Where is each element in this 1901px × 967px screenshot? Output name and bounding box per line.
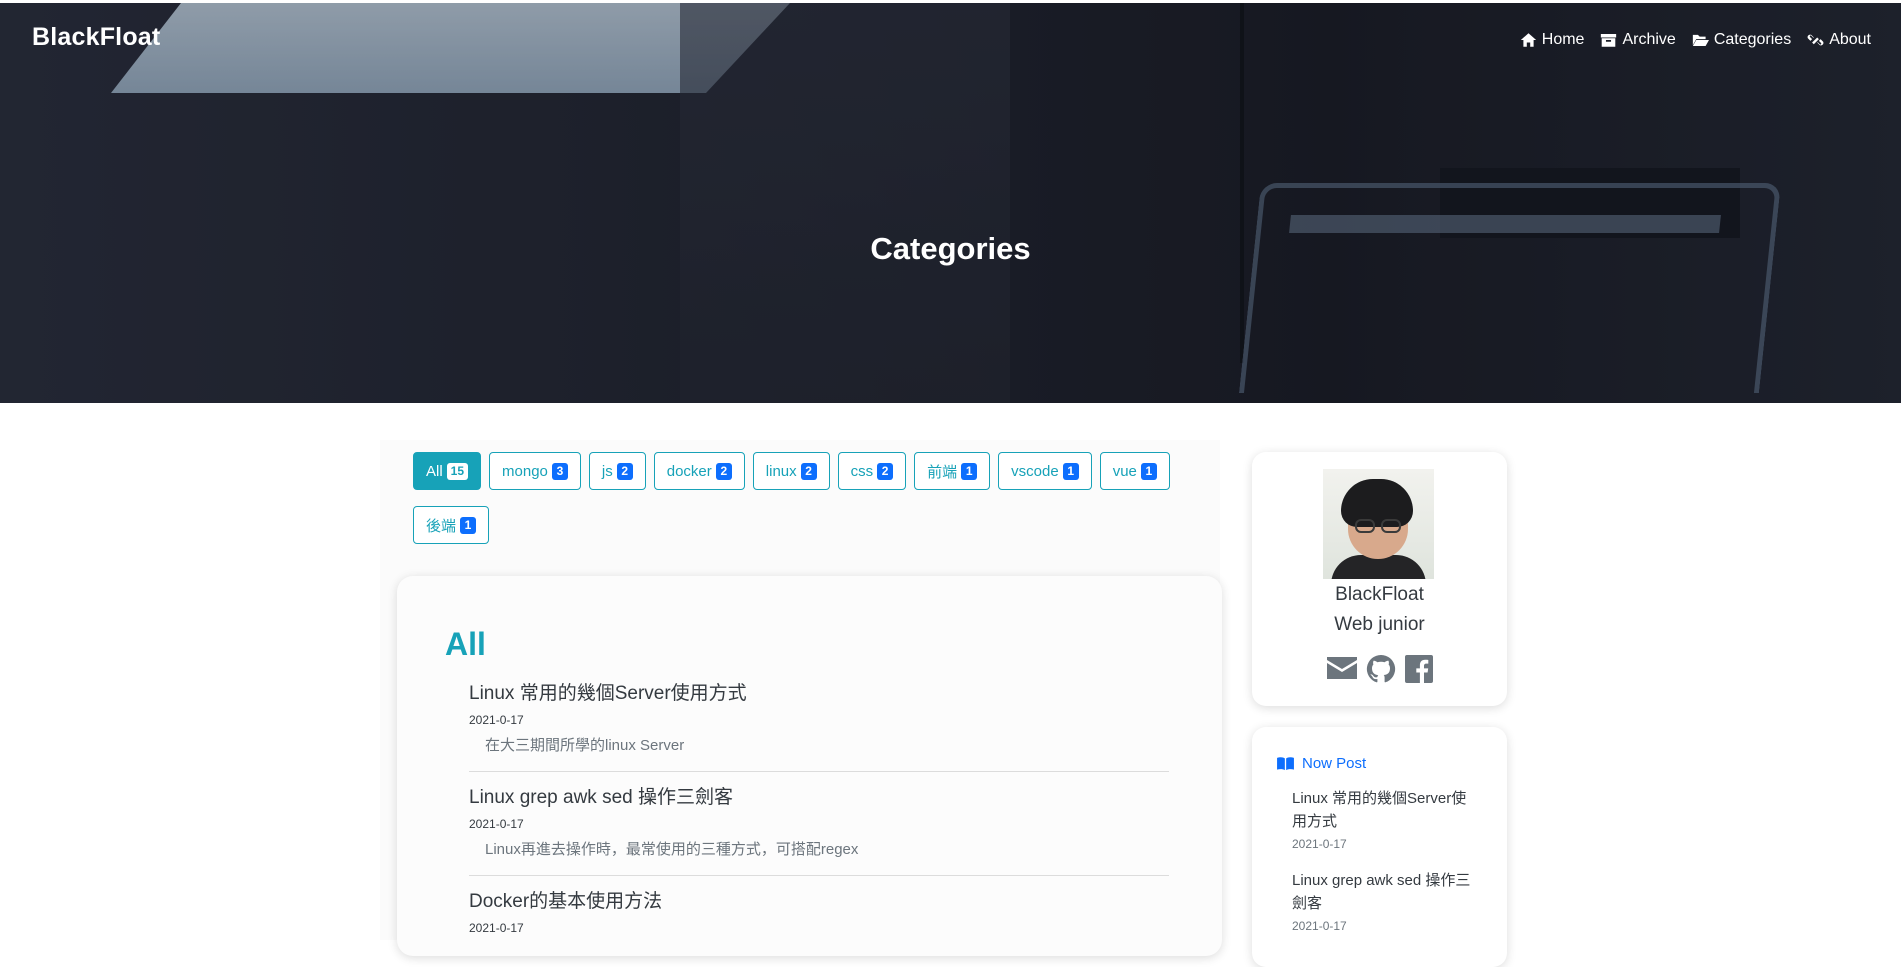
list-item: Docker的基本使用方法 2021-0-17 xyxy=(469,886,1169,956)
avatar xyxy=(1323,469,1434,579)
hero-overlay xyxy=(0,3,1901,403)
envelope-icon[interactable] xyxy=(1326,654,1358,684)
home-icon xyxy=(1520,33,1536,47)
category-label: css xyxy=(850,462,874,480)
main-nav: Home Archive Categories About xyxy=(1520,31,1871,49)
now-post-heading: Now Post xyxy=(1276,755,1366,772)
category-label: All xyxy=(426,462,443,480)
post-date: 2021-0-17 xyxy=(469,817,524,831)
post-list-card: All Linux 常用的幾個Server使用方式 2021-0-17 在大三期… xyxy=(397,576,1222,956)
nav-archive-label: Archive xyxy=(1622,31,1676,48)
avatar-hair xyxy=(1341,479,1413,527)
category-linux-button[interactable]: linux 2 xyxy=(752,452,830,490)
list-item: Linux grep awk sed 操作三劍客 2021-0-17 Linux… xyxy=(469,782,1169,876)
category-count-badge: 1 xyxy=(1140,462,1157,480)
list-item: Linux grep awk sed 操作三劍客 2021-0-17 xyxy=(1292,869,1472,933)
list-item: Linux 常用的幾個Server使用方式 2021-0-17 在大三期間所學的… xyxy=(469,678,1169,772)
now-post-title-link[interactable]: Linux 常用的幾個Server使用方式 xyxy=(1292,787,1472,833)
folder-open-icon xyxy=(1692,34,1709,46)
category-count-badge: 1 xyxy=(961,462,978,480)
category-css-button[interactable]: css 2 xyxy=(837,452,907,490)
post-title-link[interactable]: Linux grep awk sed 操作三劍客 xyxy=(469,782,1169,809)
facebook-icon[interactable] xyxy=(1404,654,1434,684)
category-js-button[interactable]: js 2 xyxy=(588,452,646,490)
now-post-date: 2021-0-17 xyxy=(1292,837,1347,851)
category-count-badge: 15 xyxy=(446,462,469,480)
post-date: 2021-0-17 xyxy=(469,921,524,935)
category-count-badge: 2 xyxy=(877,462,894,480)
page-title: Categories xyxy=(870,231,1031,266)
now-post-heading-label: Now Post xyxy=(1302,755,1367,772)
book-open-icon xyxy=(1277,757,1294,771)
archive-icon xyxy=(1601,34,1617,47)
post-title-link[interactable]: Linux 常用的幾個Server使用方式 xyxy=(469,678,1169,705)
nav-categories[interactable]: Categories xyxy=(1692,31,1791,49)
profile-card: BlackFloat Web junior xyxy=(1252,452,1507,706)
category-frontend-button[interactable]: 前端 1 xyxy=(914,452,991,490)
category-vue-button[interactable]: vue 1 xyxy=(1099,452,1170,490)
nav-home-label: Home xyxy=(1541,31,1585,48)
category-vscode-button[interactable]: vscode 1 xyxy=(998,452,1092,490)
avatar-glasses-left xyxy=(1355,519,1375,533)
hero-banner: BlackFloat Home Archive Categories About… xyxy=(0,3,1901,403)
post-date: 2021-0-17 xyxy=(469,713,524,727)
link-icon xyxy=(1807,34,1824,46)
post-description: 在大三期間所學的linux Server xyxy=(485,737,685,754)
category-count-badge: 2 xyxy=(715,462,732,480)
now-post-list: Linux 常用的幾個Server使用方式 2021-0-17 Linux gr… xyxy=(1292,787,1472,951)
avatar-glasses-right xyxy=(1381,519,1401,533)
social-links xyxy=(1252,654,1507,684)
brand-logo[interactable]: BlackFloat xyxy=(32,23,160,52)
nav-categories-label: Categories xyxy=(1713,31,1792,48)
category-label: js xyxy=(601,462,613,480)
nav-archive[interactable]: Archive xyxy=(1600,31,1676,49)
category-all-button[interactable]: All 15 xyxy=(413,452,482,490)
category-label: vscode xyxy=(1011,462,1059,480)
nav-about-label: About xyxy=(1829,31,1871,48)
category-label: vue xyxy=(1112,462,1137,480)
category-docker-button[interactable]: docker 2 xyxy=(653,452,745,490)
profile-name: BlackFloat xyxy=(1335,584,1424,605)
category-label: linux xyxy=(765,462,797,480)
section-title: All xyxy=(445,626,486,662)
profile-role: Web junior xyxy=(1334,614,1425,635)
post-description: Linux再進去操作時，最常使用的三種方式，可搭配regex xyxy=(485,841,859,858)
category-count-badge: 1 xyxy=(460,516,477,534)
now-post-title-link[interactable]: Linux grep awk sed 操作三劍客 xyxy=(1292,869,1472,915)
category-label: 後端 xyxy=(426,517,457,535)
post-title-link[interactable]: Docker的基本使用方法 xyxy=(469,886,1169,913)
category-count-badge: 2 xyxy=(616,462,633,480)
category-list: All 15 mongo 3 js 2 docker 2 linux 2 css… xyxy=(413,452,1203,544)
category-count-badge: 3 xyxy=(551,462,568,480)
nav-about[interactable]: About xyxy=(1807,31,1871,49)
post-list: Linux 常用的幾個Server使用方式 2021-0-17 在大三期間所學的… xyxy=(469,678,1169,956)
category-mongo-button[interactable]: mongo 3 xyxy=(489,452,581,490)
category-label: mongo xyxy=(502,462,548,480)
category-count-badge: 2 xyxy=(800,462,817,480)
nav-home[interactable]: Home xyxy=(1520,31,1585,49)
github-icon[interactable] xyxy=(1366,654,1396,684)
now-post-card: Now Post Linux 常用的幾個Server使用方式 2021-0-17… xyxy=(1252,727,1507,967)
category-label: docker xyxy=(666,462,712,480)
now-post-date: 2021-0-17 xyxy=(1292,919,1347,933)
category-label: 前端 xyxy=(927,463,958,481)
list-item: Linux 常用的幾個Server使用方式 2021-0-17 xyxy=(1292,787,1472,851)
category-count-badge: 1 xyxy=(1062,462,1079,480)
category-backend-button[interactable]: 後端 1 xyxy=(413,506,490,544)
